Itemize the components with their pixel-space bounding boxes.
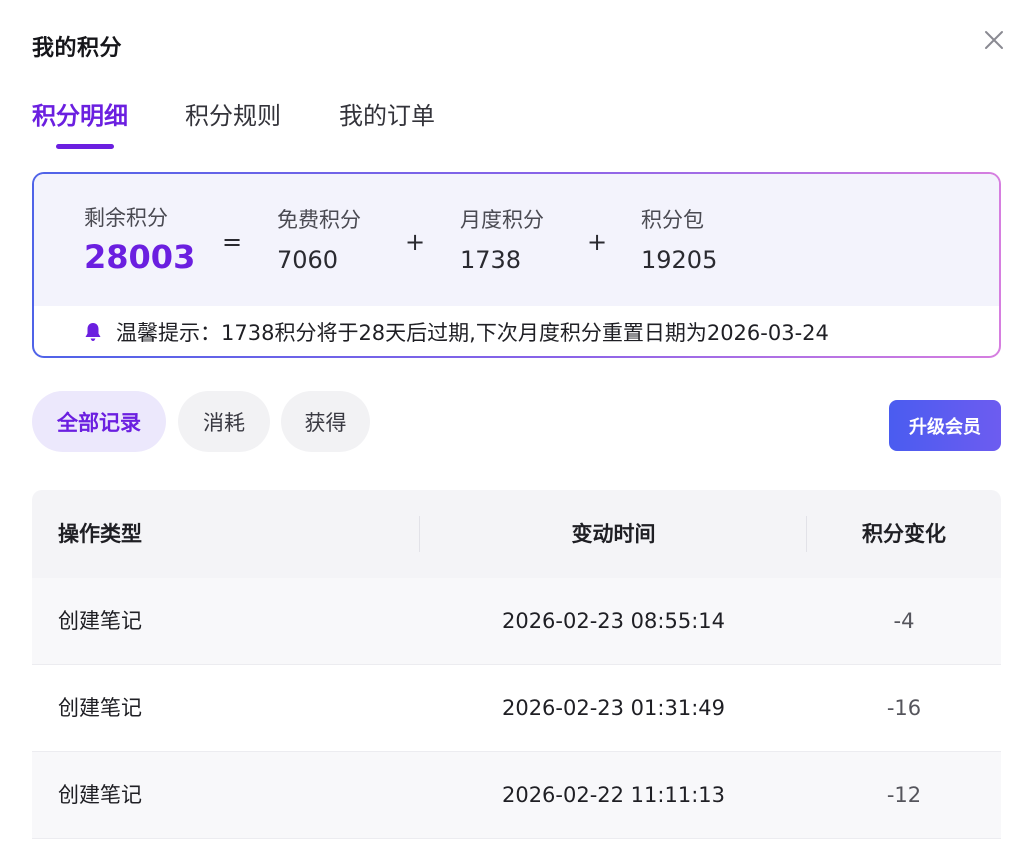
- points-breakdown: 剩余积分 28003 = 免费积分 7060 + 月度积分 1738 + 积分包…: [34, 174, 999, 306]
- row-type: 创建笔记: [58, 783, 142, 807]
- free-points-label: 免费积分: [277, 208, 361, 232]
- equals-sign: =: [222, 228, 243, 256]
- row-time: 2026-02-23 01:31:49: [501, 696, 726, 720]
- close-icon[interactable]: [980, 26, 1008, 54]
- filter-earned[interactable]: 获得: [281, 391, 370, 452]
- column-header-type: 操作类型: [58, 522, 142, 546]
- bell-icon: [82, 321, 104, 343]
- free-points-value: 7060: [277, 246, 339, 274]
- row-change: -4: [893, 609, 915, 633]
- remaining-points-value: 28003: [84, 238, 196, 276]
- monthly-points-label: 月度积分: [460, 208, 544, 232]
- plus-sign: +: [405, 228, 426, 256]
- table-row: 创建笔记 2026-02-23 08:55:14 -4: [32, 578, 1001, 665]
- row-change: -16: [886, 696, 922, 720]
- points-summary-card: 剩余积分 28003 = 免费积分 7060 + 月度积分 1738 + 积分包…: [32, 172, 1001, 358]
- points-dialog: 我的积分 积分明细 积分规则 我的订单 剩余积分 28003 = 免费积分 70…: [0, 0, 1030, 850]
- pack-points-label: 积分包: [641, 208, 704, 232]
- row-time: 2026-02-23 08:55:14: [501, 609, 726, 633]
- tab-my-orders[interactable]: 我的订单: [339, 100, 435, 132]
- upgrade-membership-button[interactable]: 升级会员: [889, 400, 1001, 451]
- table-header: 操作类型 变动时间 积分变化: [32, 490, 1001, 578]
- tab-points-rules[interactable]: 积分规则: [185, 100, 281, 132]
- remaining-points-label: 剩余积分: [84, 206, 168, 230]
- tab-points-detail[interactable]: 积分明细: [32, 100, 128, 132]
- expiry-tip-text: 温馨提示：1738积分将于28天后过期,下次月度积分重置日期为2026-03-2…: [116, 321, 829, 345]
- dialog-title: 我的积分: [32, 36, 123, 61]
- table-row: 创建笔记 2026-02-22 11:11:13 -12: [32, 752, 1001, 839]
- active-tab-indicator: [56, 144, 114, 149]
- row-time: 2026-02-22 11:11:13: [501, 783, 726, 807]
- table-row: 创建笔记 2026-02-23 01:31:49 -16: [32, 665, 1001, 752]
- row-change: -12: [886, 783, 922, 807]
- column-header-change: 积分变化: [862, 522, 946, 546]
- row-type: 创建笔记: [58, 696, 142, 720]
- filter-all-records[interactable]: 全部记录: [32, 391, 166, 452]
- points-history-table: 操作类型 变动时间 积分变化 创建笔记 2026-02-23 08:55:14 …: [32, 490, 1001, 839]
- monthly-points-value: 1738: [460, 246, 522, 274]
- pack-points-value: 19205: [641, 246, 718, 274]
- column-header-time: 变动时间: [571, 522, 656, 546]
- plus-sign: +: [587, 228, 608, 256]
- row-type: 创建笔记: [58, 609, 142, 633]
- filter-consumed[interactable]: 消耗: [178, 391, 270, 452]
